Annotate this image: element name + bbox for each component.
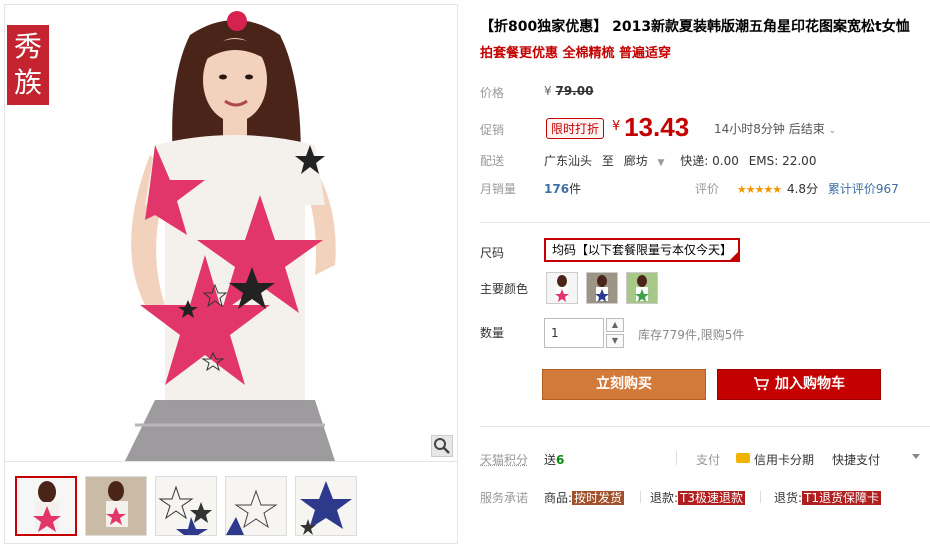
caret-down-icon: ▼ — [611, 336, 619, 345]
promo-label: 促销 — [480, 123, 505, 137]
caret-up-icon: ▲ — [611, 320, 619, 329]
color-swatch-2[interactable] — [586, 272, 618, 304]
current-price: ¥ 13.43 — [612, 112, 689, 143]
brand-logo: 秀族 — [7, 25, 49, 105]
review-label: 评价 — [695, 182, 720, 196]
product-gallery: 秀族 — [4, 4, 458, 544]
zoom-button[interactable] — [431, 435, 453, 457]
review-count-link[interactable]: 累计评价967 — [828, 182, 899, 196]
original-price-value: 79.00 — [555, 84, 594, 98]
thumbnail-1[interactable] — [15, 476, 77, 536]
chevron-down-icon: ⌄ — [828, 126, 837, 136]
quantity-label: 数量 — [480, 326, 505, 340]
shipping-label: 配送 — [480, 154, 505, 168]
monthly-sales-unit: 件 — [569, 182, 582, 196]
current-price-value: 13.43 — [624, 112, 690, 142]
magnifier-icon — [434, 438, 450, 454]
add-to-cart-button[interactable]: 加入购物车 — [717, 369, 881, 400]
thumbnail-strip — [5, 461, 457, 543]
service-refund-tag: T3极速退款 — [678, 491, 746, 505]
color-swatch-1[interactable] — [546, 272, 578, 304]
model-illustration — [125, 11, 336, 461]
quantity-input[interactable] — [544, 318, 604, 348]
promo-countdown[interactable]: 14小时8分钟 后结束 ⌄ — [714, 120, 836, 137]
product-title: 【折800独家优惠】 2013新款夏装韩版潮五角星印花图案宽松t女恤 — [480, 19, 910, 35]
thumbnail-3[interactable] — [155, 476, 217, 536]
color-label: 主要颜色 — [480, 282, 529, 296]
stock-info: 库存779件,限购5件 — [638, 328, 745, 342]
thumbnail-2[interactable] — [85, 476, 147, 536]
service-goods[interactable]: 商品: 按时发货 — [544, 489, 625, 506]
rating-score: 4.8分 — [786, 182, 819, 196]
size-label: 尺码 — [480, 246, 505, 260]
service-label: 服务承诺 — [480, 491, 529, 505]
caret-down-icon: ▼ — [657, 158, 665, 168]
service-return-label: 退货: — [774, 491, 803, 505]
divider — [640, 491, 641, 503]
service-refund[interactable]: 退款: T3极速退款 — [650, 489, 746, 506]
credit-card-icon — [736, 453, 750, 463]
service-return-tag: T1退货保障卡 — [802, 491, 882, 505]
divider — [480, 222, 930, 223]
quick-pay-link[interactable]: 快捷支付 — [832, 451, 880, 468]
promo-tag: 限时打折 — [546, 118, 605, 139]
shipping-info: 广东汕头 至 廊坊 ▼ 快递: 0.00 EMS: 22.00 — [544, 152, 822, 169]
installment-link[interactable]: 信用卡分期 — [754, 451, 814, 468]
points-number: 6 — [556, 453, 565, 467]
service-refund-label: 退款: — [650, 491, 679, 505]
thumbnail-4[interactable] — [225, 476, 287, 536]
main-product-image[interactable]: 秀族 — [5, 5, 457, 461]
buy-now-button[interactable]: 立刻购买 — [542, 369, 706, 400]
points-label[interactable]: 天猫积分 — [480, 451, 528, 468]
size-option-text: 均码【以下套餐限量亏本仅今天】 — [552, 243, 733, 257]
ship-to-word: 至 — [601, 154, 614, 168]
review-summary: 评价 ★★★★★ 4.8分 累计评价967 — [695, 180, 899, 197]
rating-stars-icon: ★★★★★ — [736, 183, 782, 196]
cart-icon — [754, 377, 769, 391]
service-goods-label: 商品: — [544, 491, 573, 505]
service-goods-tag: 按时发货 — [572, 491, 625, 505]
add-to-cart-label: 加入购物车 — [775, 376, 845, 392]
ship-to-select[interactable]: 廊坊 ▼ — [624, 154, 671, 168]
current-currency-symbol: ¥ — [612, 119, 621, 134]
product-detail: 【折800独家优惠】 2013新款夏装韩版潮五角星印花图案宽松t女恤 拍套餐更优… — [470, 0, 930, 549]
original-price: ¥ 79.00 — [544, 84, 593, 98]
caret-down-icon[interactable] — [912, 454, 920, 459]
countdown-text: 14小时8分钟 后结束 — [714, 122, 825, 136]
currency-symbol: ¥ — [544, 84, 552, 98]
price-label: 价格 — [480, 86, 505, 100]
express-fee: 快递: 0.00 — [680, 154, 739, 168]
ems-fee: EMS: 22.00 — [748, 154, 817, 168]
monthly-sales: 176件 — [544, 180, 581, 197]
quantity-decrease-button[interactable]: ▼ — [606, 334, 624, 348]
product-subtitle: 拍套餐更优惠 全棉精梳 普遍适穿 — [480, 46, 672, 61]
monthly-sales-count: 176 — [544, 182, 570, 196]
selected-check-icon — [730, 252, 738, 260]
buy-now-label: 立刻购买 — [596, 376, 652, 392]
service-panel: 天猫积分 送6 支付 信用卡分期 快捷支付 服务承诺 商品: 按时发货 退款: T3… — [480, 426, 930, 526]
service-return[interactable]: 退货: T1退货保障卡 — [774, 489, 882, 506]
points-value: 送6 — [544, 451, 564, 468]
payment-label: 支付 — [696, 453, 721, 467]
divider — [676, 451, 677, 465]
monthly-sales-label: 月销量 — [480, 182, 517, 196]
points-text: 送 — [544, 453, 557, 467]
quantity-increase-button[interactable]: ▲ — [606, 318, 624, 332]
thumbnail-5[interactable] — [295, 476, 357, 536]
ship-from: 广东汕头 — [544, 154, 593, 168]
divider — [760, 491, 761, 503]
size-option-selected[interactable]: 均码【以下套餐限量亏本仅今天】 — [544, 238, 740, 262]
color-swatch-3[interactable] — [626, 272, 658, 304]
